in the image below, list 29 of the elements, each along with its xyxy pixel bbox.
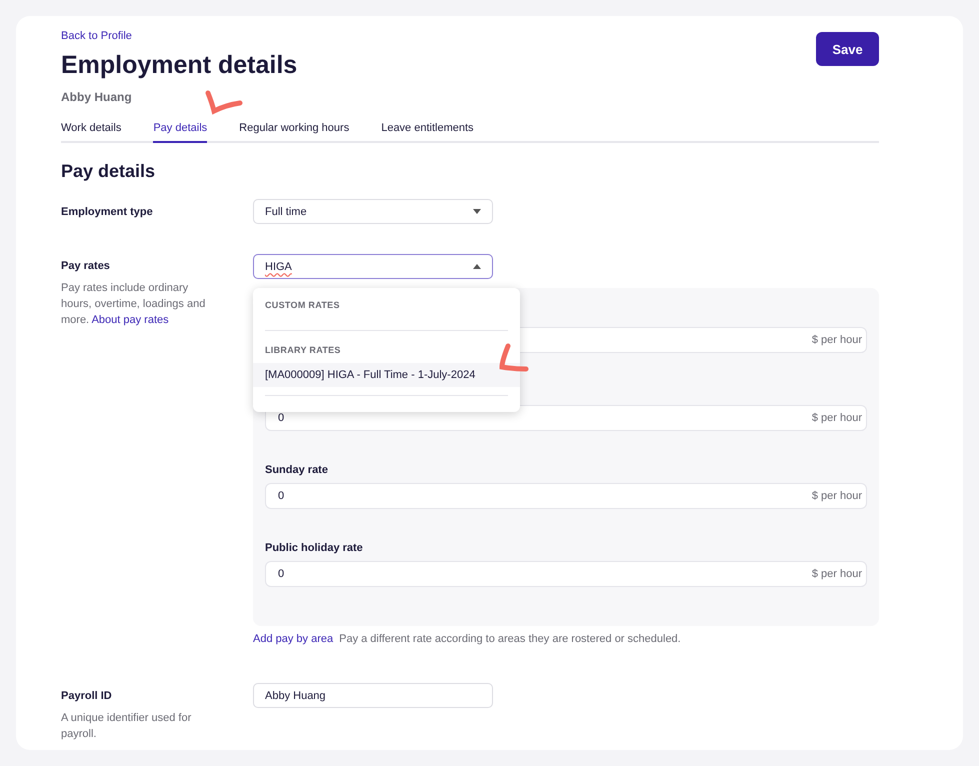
area-note: Pay a different rate according to areas they are rostered or scheduled. [339,633,681,645]
rate-label: Sunday rate [265,463,329,477]
field-description: Pay rates include ordinary hours, overtime, loadings and more. About pay rates [61,281,206,328]
about-pay-rates-link[interactable]: About pay rates [92,314,169,326]
rate-input[interactable]: 0 $ per hour [265,483,867,509]
page-title: Employment details [61,50,298,80]
caret-icon [473,264,481,269]
tab[interactable]: Leave entitlements [381,122,474,143]
payroll-id-input[interactable]: Abby Huang [253,683,493,708]
rate-input[interactable]: 0 $ per hour [265,561,867,587]
rate-label: Public holiday rate [265,541,364,555]
tab[interactable]: Regular working hours [239,122,350,143]
field-label: Pay rates [61,259,111,273]
dropdown-option[interactable]: [MA000009] HIGA - Full Time - 1-July-2024 [253,363,520,387]
field-label: Payroll ID [61,689,113,703]
group-heading: CUSTOM RATES [264,299,341,312]
back-link[interactable]: Back to Profile [61,29,132,43]
tab[interactable]: Work details [61,122,122,143]
employee-name: Abby Huang [61,90,133,104]
section-title: Pay details [61,160,156,183]
add-pay-by-area-link[interactable]: Add pay by area [253,633,334,645]
field-description: A unique identifier used for payroll. [61,711,192,742]
employment-type-select[interactable]: Full time [253,199,493,224]
save-button[interactable]: Save [816,32,879,66]
pay-rates-select[interactable]: HIGA [253,254,493,279]
field-label: Employment type [61,204,154,218]
tab[interactable]: Pay details [153,122,208,143]
caret-icon [473,209,481,214]
tick-mark-icon [498,343,530,373]
